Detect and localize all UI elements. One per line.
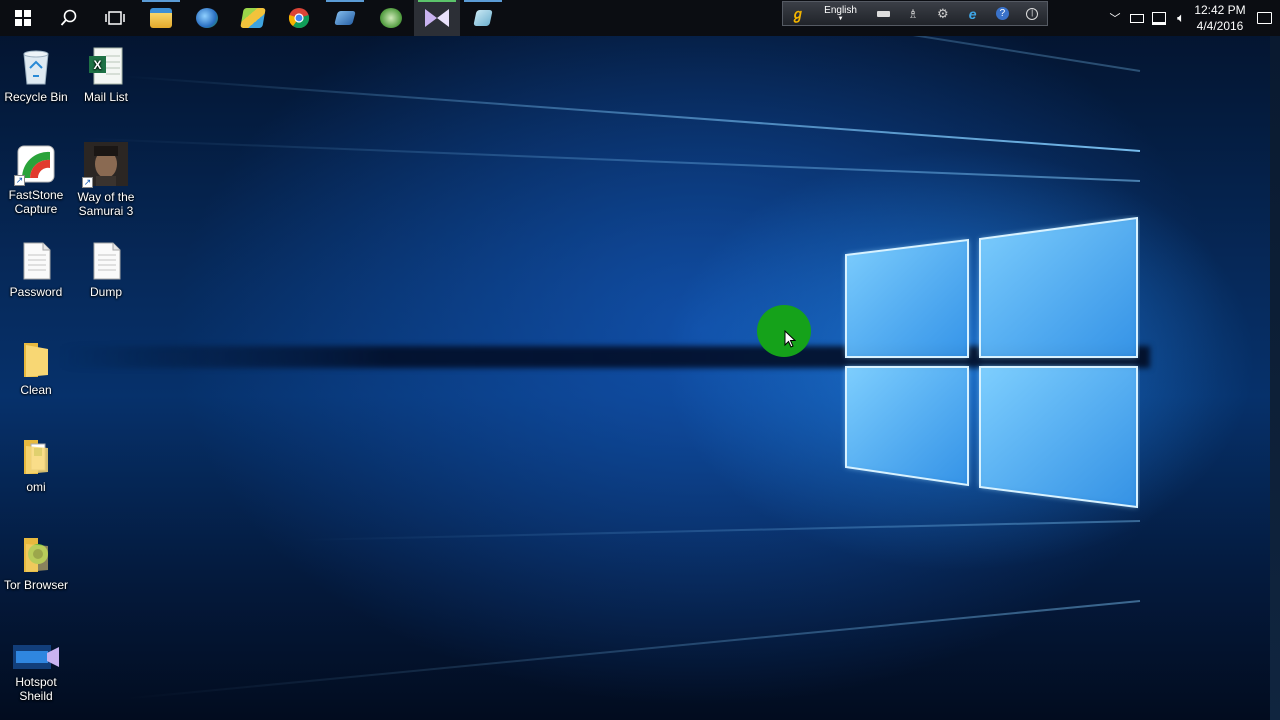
keyboard-button[interactable] bbox=[868, 2, 898, 25]
folder-icon bbox=[16, 339, 56, 379]
chrome-icon bbox=[288, 8, 310, 29]
desktop-icon-omi[interactable]: omi bbox=[0, 436, 72, 494]
icon-label: Way of the Samurai 3 bbox=[77, 190, 135, 218]
game-shortcut-icon: ↗ bbox=[82, 142, 128, 188]
chevron-up-icon: ﹀ bbox=[1109, 13, 1121, 25]
input-method-button[interactable]: ℊ bbox=[783, 2, 813, 25]
text-file-icon bbox=[86, 241, 126, 281]
taskbar-visual-studio[interactable] bbox=[414, 0, 460, 36]
input-method-icon: ℊ bbox=[790, 5, 805, 22]
icon-label: Password bbox=[9, 285, 63, 299]
volume-icon: 🔈︎ bbox=[1177, 10, 1185, 25]
taskbar-app-box[interactable] bbox=[460, 0, 506, 36]
network-icon bbox=[1152, 11, 1166, 25]
hotspot-shield-icon bbox=[13, 643, 59, 671]
task-view-button[interactable] bbox=[92, 0, 138, 36]
clock-date: 4/4/2016 bbox=[1196, 19, 1244, 33]
icon-label: FastStone Capture bbox=[8, 188, 64, 216]
folder-icon bbox=[16, 436, 56, 476]
taskbar bbox=[0, 0, 1280, 36]
light-ray bbox=[300, 520, 1141, 542]
network-button[interactable] bbox=[1148, 0, 1170, 36]
help-button[interactable]: ? bbox=[987, 2, 1017, 25]
taskbar-file-explorer[interactable] bbox=[138, 0, 184, 36]
shortcut-arrow-icon: ↗ bbox=[82, 177, 93, 188]
light-ray bbox=[122, 75, 1141, 152]
icon-label: Mail List bbox=[83, 90, 128, 104]
light-ray bbox=[124, 600, 1141, 700]
icon-label: omi bbox=[26, 480, 46, 494]
internet-explorer-icon: e bbox=[968, 5, 977, 22]
power-icon: | bbox=[1026, 7, 1039, 20]
language-label: English bbox=[824, 5, 857, 16]
desktop-icon-recycle-bin[interactable]: Recycle Bin bbox=[0, 46, 72, 104]
gear-icon: ⚙ bbox=[936, 5, 949, 21]
light-ray bbox=[80, 137, 1141, 182]
show-hidden-icons-button[interactable]: ﹀ bbox=[1104, 0, 1126, 36]
tools-icon: ♗ bbox=[907, 6, 919, 21]
tools-button[interactable]: ♗ bbox=[898, 2, 928, 25]
green-app-icon bbox=[380, 8, 402, 28]
settings-button[interactable]: ⚙ bbox=[928, 2, 958, 25]
task-view-icon bbox=[105, 11, 125, 25]
clock-time: 12:42 PM bbox=[1194, 3, 1246, 17]
desktop-icon-clean[interactable]: Clean bbox=[0, 339, 72, 397]
icon-label: Tor Browser bbox=[3, 578, 68, 592]
desktop-icon-hotspot-sheild[interactable]: Hotspot Sheild bbox=[0, 643, 72, 703]
clock[interactable]: 12:42 PM 4/4/2016 bbox=[1192, 2, 1248, 34]
bluestacks-icon bbox=[240, 8, 266, 28]
screen-edge-strip bbox=[1270, 36, 1280, 720]
battery-icon bbox=[1130, 13, 1144, 23]
help-icon: ? bbox=[995, 7, 1009, 20]
keyboard-icon bbox=[876, 10, 890, 17]
taskbar-green-app[interactable] bbox=[368, 0, 414, 36]
shortcut-arrow-icon: ↗ bbox=[14, 175, 25, 186]
taskbar-virtualbox[interactable] bbox=[322, 0, 368, 36]
virtualbox-icon bbox=[334, 11, 356, 25]
text-file-icon bbox=[16, 241, 56, 281]
windows-logo bbox=[845, 216, 1138, 509]
chevron-down-icon: ▼ bbox=[837, 16, 844, 22]
ie-button[interactable]: e bbox=[958, 2, 988, 25]
mouse-cursor-icon bbox=[784, 330, 796, 348]
faststone-capture-icon: ↗ bbox=[14, 144, 56, 186]
search-icon bbox=[60, 9, 77, 26]
system-tray: ﹀ 🔈︎ 12:42 PM 4/4/2016 bbox=[1104, 0, 1280, 36]
recycle-bin-icon bbox=[16, 46, 56, 86]
desktop-icon-tor-browser[interactable]: Tor Browser bbox=[0, 534, 72, 592]
desktop-icon-mail-list[interactable]: X Mail List bbox=[70, 46, 142, 104]
visual-studio-icon bbox=[425, 9, 449, 27]
icon-label: Dump bbox=[89, 285, 122, 299]
start-windows-icon bbox=[15, 10, 31, 26]
desktop-icon-way-of-the-samurai-3[interactable]: ↗ Way of the Samurai 3 bbox=[70, 142, 142, 218]
app-box-icon bbox=[473, 10, 493, 26]
battery-button[interactable] bbox=[1126, 0, 1148, 36]
volume-button[interactable]: 🔈︎ bbox=[1170, 0, 1192, 36]
power-button[interactable]: | bbox=[1017, 2, 1047, 25]
tor-browser-folder-icon bbox=[16, 534, 56, 574]
language-bar: ℊ English ▼ ♗ ⚙ e ? | bbox=[782, 1, 1048, 26]
start-button[interactable] bbox=[0, 0, 46, 36]
search-button[interactable] bbox=[46, 0, 92, 36]
desktop-icon-dump[interactable]: Dump bbox=[70, 241, 142, 299]
taskbar-bluestacks[interactable] bbox=[230, 0, 276, 36]
icon-label: Clean bbox=[20, 383, 52, 397]
action-center-button[interactable] bbox=[1248, 0, 1280, 36]
desktop[interactable]: ℊ English ▼ ♗ ⚙ e ? | ﹀ 🔈︎ 12:42 PM 4/4/… bbox=[0, 0, 1280, 720]
taskbar-download-manager[interactable] bbox=[184, 0, 230, 36]
icon-label: Hotspot Sheild bbox=[15, 675, 57, 703]
action-center-icon bbox=[1256, 12, 1272, 24]
language-selector[interactable]: English ▼ bbox=[813, 2, 869, 25]
file-explorer-icon bbox=[150, 8, 172, 28]
icon-label: Recycle Bin bbox=[4, 90, 68, 104]
svg-text:X: X bbox=[93, 58, 101, 72]
excel-file-icon: X bbox=[86, 46, 126, 86]
desktop-icon-faststone-capture[interactable]: ↗ FastStone Capture bbox=[0, 144, 72, 216]
internet-download-manager-icon bbox=[196, 8, 218, 28]
taskbar-chrome[interactable] bbox=[276, 0, 322, 36]
desktop-icon-password[interactable]: Password bbox=[0, 241, 72, 299]
